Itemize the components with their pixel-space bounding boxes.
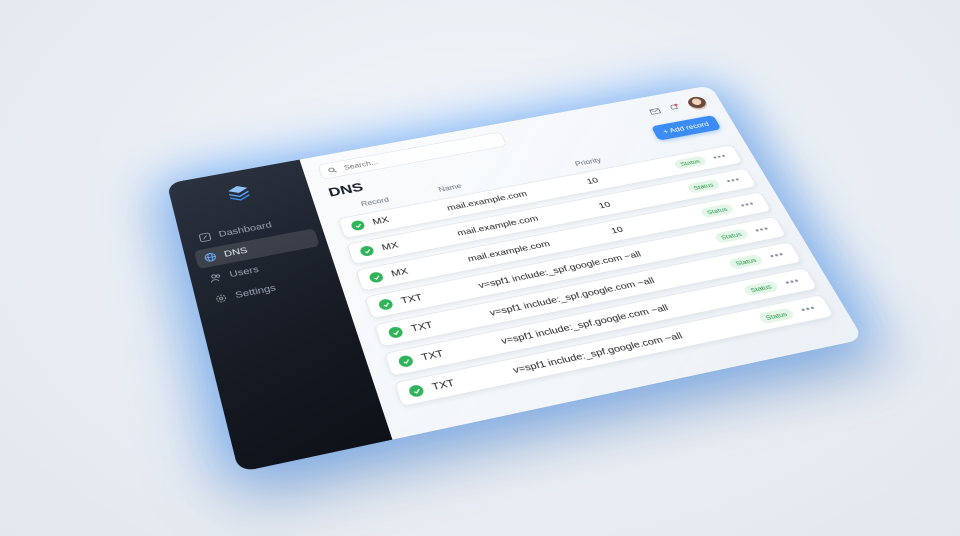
status-badge: Status bbox=[699, 203, 736, 219]
status-badge: Status bbox=[672, 155, 708, 170]
topbar-actions bbox=[646, 94, 712, 119]
column-header-name: Name bbox=[437, 182, 463, 194]
record-priority: 10 bbox=[609, 224, 625, 236]
app-window: Dashboard DNS Users Settings Search... D… bbox=[166, 85, 864, 473]
users-icon bbox=[208, 272, 223, 283]
record-type: TXT bbox=[399, 292, 424, 307]
layers-logo-icon bbox=[227, 184, 251, 203]
check-circle-icon bbox=[350, 219, 366, 232]
record-type: TXT bbox=[409, 320, 435, 335]
more-options-icon[interactable]: ••• bbox=[753, 224, 772, 235]
sidebar-item-label: Dashboard bbox=[217, 220, 273, 240]
record-type: MX bbox=[371, 215, 391, 227]
check-circle-icon bbox=[377, 298, 395, 311]
more-options-icon[interactable]: ••• bbox=[725, 175, 743, 186]
search-icon bbox=[327, 166, 338, 174]
main-content: DNS + Add record Record Name Priority MX… bbox=[300, 85, 864, 439]
sidebar-nav: Dashboard DNS Users Settings bbox=[189, 209, 334, 313]
status-badge: Status bbox=[713, 228, 750, 244]
sidebar-item-label: DNS bbox=[223, 245, 249, 260]
more-options-icon[interactable]: ••• bbox=[783, 276, 802, 288]
more-options-icon[interactable]: ••• bbox=[768, 250, 787, 262]
status-badge: Status bbox=[685, 178, 722, 194]
check-circle-icon bbox=[407, 383, 426, 398]
sidebar-item-label: Settings bbox=[234, 283, 278, 301]
status-badge: Status bbox=[757, 307, 796, 325]
page-title: DNS bbox=[326, 180, 366, 200]
gear-icon bbox=[214, 293, 229, 305]
mail-icon[interactable] bbox=[648, 106, 663, 115]
record-type: TXT bbox=[430, 377, 457, 393]
more-options-icon[interactable]: ••• bbox=[799, 303, 819, 315]
record-type: TXT bbox=[420, 348, 446, 363]
check-circle-icon bbox=[358, 244, 376, 258]
notification-bell-icon[interactable] bbox=[667, 103, 682, 112]
record-priority: 10 bbox=[585, 175, 600, 187]
sidebar-item-label: Users bbox=[228, 264, 260, 280]
search-box[interactable] bbox=[317, 131, 508, 180]
user-avatar[interactable] bbox=[684, 94, 712, 112]
record-name: mail.example.com bbox=[466, 239, 552, 264]
search-input[interactable] bbox=[340, 136, 495, 173]
record-type: MX bbox=[389, 266, 410, 279]
globe-icon bbox=[204, 253, 217, 262]
dashboard-icon bbox=[198, 232, 212, 243]
more-options-icon[interactable]: ••• bbox=[739, 199, 757, 210]
scene: Dashboard DNS Users Settings Search... D… bbox=[0, 0, 960, 536]
status-badge: Status bbox=[727, 253, 765, 270]
record-type: MX bbox=[380, 240, 400, 253]
column-header-priority: Priority bbox=[573, 156, 603, 168]
check-circle-icon bbox=[368, 271, 385, 284]
more-options-icon[interactable]: ••• bbox=[711, 152, 729, 162]
column-header-record: Record bbox=[359, 195, 391, 208]
record-priority: 10 bbox=[597, 200, 613, 211]
record-name: mail.example.com bbox=[455, 213, 540, 238]
status-badge: Status bbox=[742, 280, 780, 297]
check-circle-icon bbox=[387, 325, 405, 340]
dns-records-list: MX mail.example.com 10 Status ••• MX mai… bbox=[337, 144, 838, 413]
check-circle-icon bbox=[397, 354, 415, 369]
